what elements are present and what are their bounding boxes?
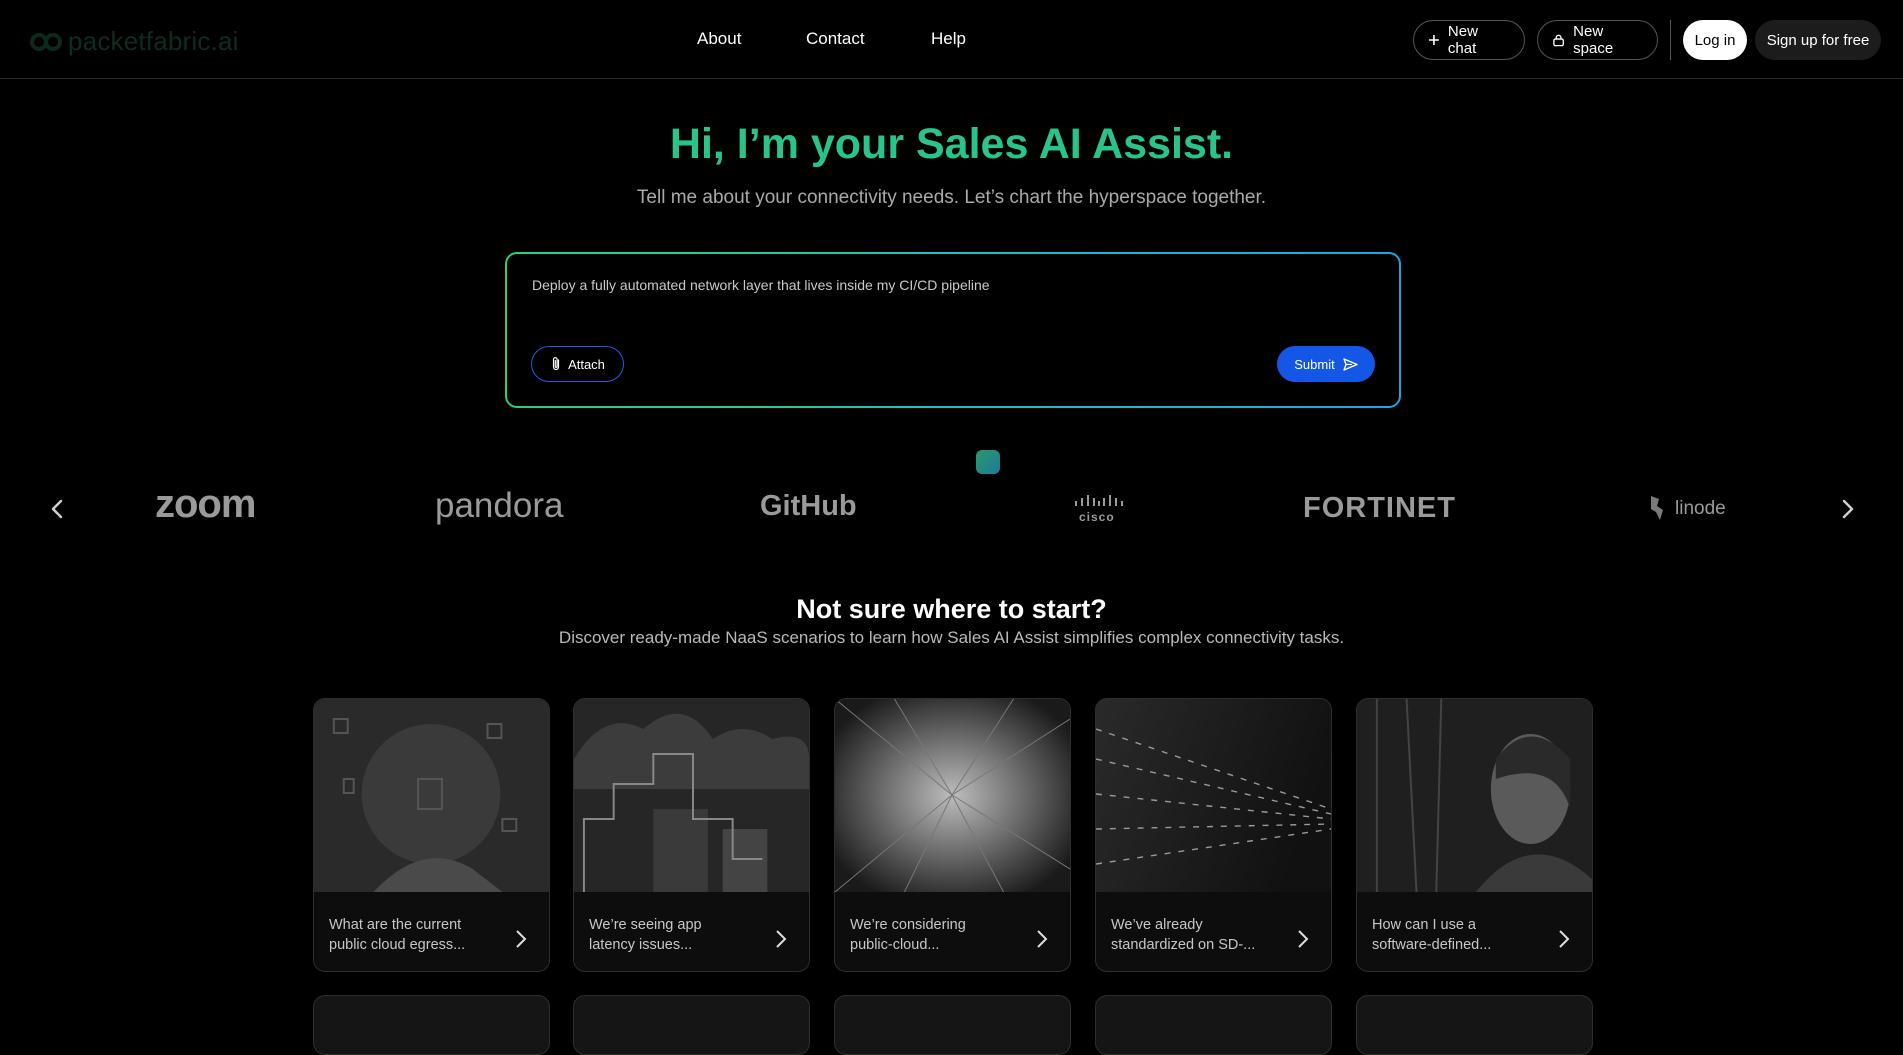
new-chat-button[interactable]: New chat [1413,20,1525,60]
header-divider [1670,20,1671,60]
scenario-card[interactable] [834,995,1071,1055]
nav-about[interactable]: About [697,29,741,49]
card-text: We’ve already standardized on SD-... [1111,917,1256,953]
attach-button[interactable]: Attach [531,346,624,382]
chevron-right-icon [516,930,527,948]
chevron-right-icon [1298,930,1309,948]
card-image [314,699,549,892]
section-subtitle: Discover ready-made NaaS scenarios to le… [558,628,1345,647]
send-icon [1343,357,1358,371]
logo-mark-icon [30,32,62,51]
top-header: packetfabric.ai About Contact Help New c… [0,0,1903,79]
card-text: We’re considering public-cloud... [850,917,966,953]
card-text: How can I use a software-defined... [1372,917,1492,953]
logo-text: packetfabric.ai [68,26,239,56]
hero-subtitle: Tell me about your connectivity needs. L… [636,187,1267,208]
scenario-card[interactable]: We’re considering public-cloud... [834,698,1071,972]
new-space-label: New space [1573,23,1614,57]
scenario-card[interactable]: What are the current public cloud egress… [313,698,550,972]
card-text: What are the current public cloud egress… [329,917,466,953]
card-image [574,699,809,892]
card-image [1096,699,1331,892]
scenario-card[interactable] [313,995,550,1055]
scenario-card[interactable] [573,995,810,1055]
logo[interactable]: packetfabric.ai [30,26,239,57]
brand-fortinet: FORTINET [1303,492,1456,524]
brand-cisco: cisco [1079,510,1115,524]
chevron-right-icon [776,930,787,948]
section-title: Not sure where to start? [796,594,1107,624]
carousel-next-icon[interactable] [1832,494,1862,524]
lock-icon [1553,34,1564,47]
scenario-card[interactable] [1095,995,1332,1055]
signup-button[interactable]: Sign up for free [1755,20,1881,60]
attach-label: Attach [568,356,605,372]
new-chat-label: New chat [1447,23,1478,57]
brand-zoom: zoom [155,482,256,526]
loading-indicator [976,450,1000,474]
nav-contact[interactable]: Contact [806,29,865,49]
scenario-card[interactable]: How can I use a software-defined... [1356,698,1593,972]
card-image [1357,699,1592,892]
carousel-prev-icon[interactable] [43,494,73,524]
scenario-card[interactable]: We’re seeing app latency issues... [573,698,810,972]
submit-label: Submit [1294,356,1335,372]
card-image [835,699,1070,892]
paperclip-icon [552,357,560,371]
card-text: We’re seeing app latency issues... [589,917,702,953]
chevron-right-icon [1037,930,1048,948]
prompt-box: Attach Submit [505,252,1401,408]
hero-title: Hi, I’m your Sales AI Assist. [669,120,1234,168]
login-button[interactable]: Log in [1683,20,1747,60]
plus-icon [1428,35,1439,45]
scenario-card[interactable] [1356,995,1593,1055]
brand-linode: linode [1675,498,1726,519]
brand-github: GitHub [760,490,857,522]
prompt-input[interactable] [530,276,1354,294]
brand-pandora: pandora [435,486,564,525]
nav-help[interactable]: Help [931,29,966,49]
submit-button[interactable]: Submit [1277,346,1375,382]
scenario-card[interactable]: We’ve already standardized on SD-... [1095,698,1332,972]
prompt-inner: Attach Submit [507,254,1399,406]
linode-mark-icon [1651,496,1663,520]
new-space-button[interactable]: New space [1537,20,1658,60]
cisco-bars-icon [1074,494,1124,506]
chevron-right-icon [1559,930,1570,948]
